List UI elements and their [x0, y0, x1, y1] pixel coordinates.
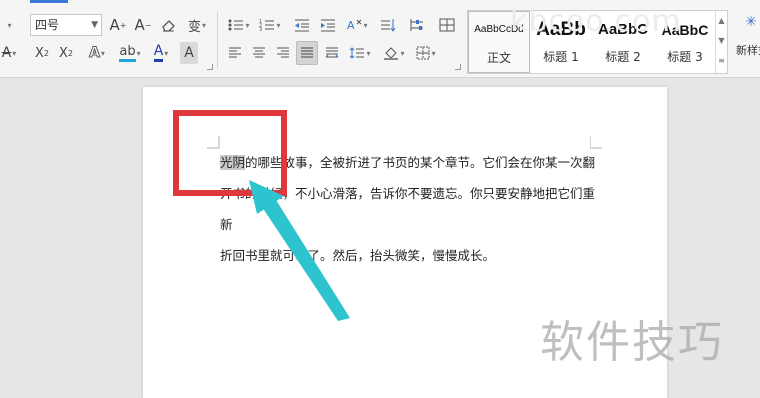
brand-watermark: 软件技巧: [540, 317, 724, 368]
arrow-shaft: [256, 192, 350, 321]
